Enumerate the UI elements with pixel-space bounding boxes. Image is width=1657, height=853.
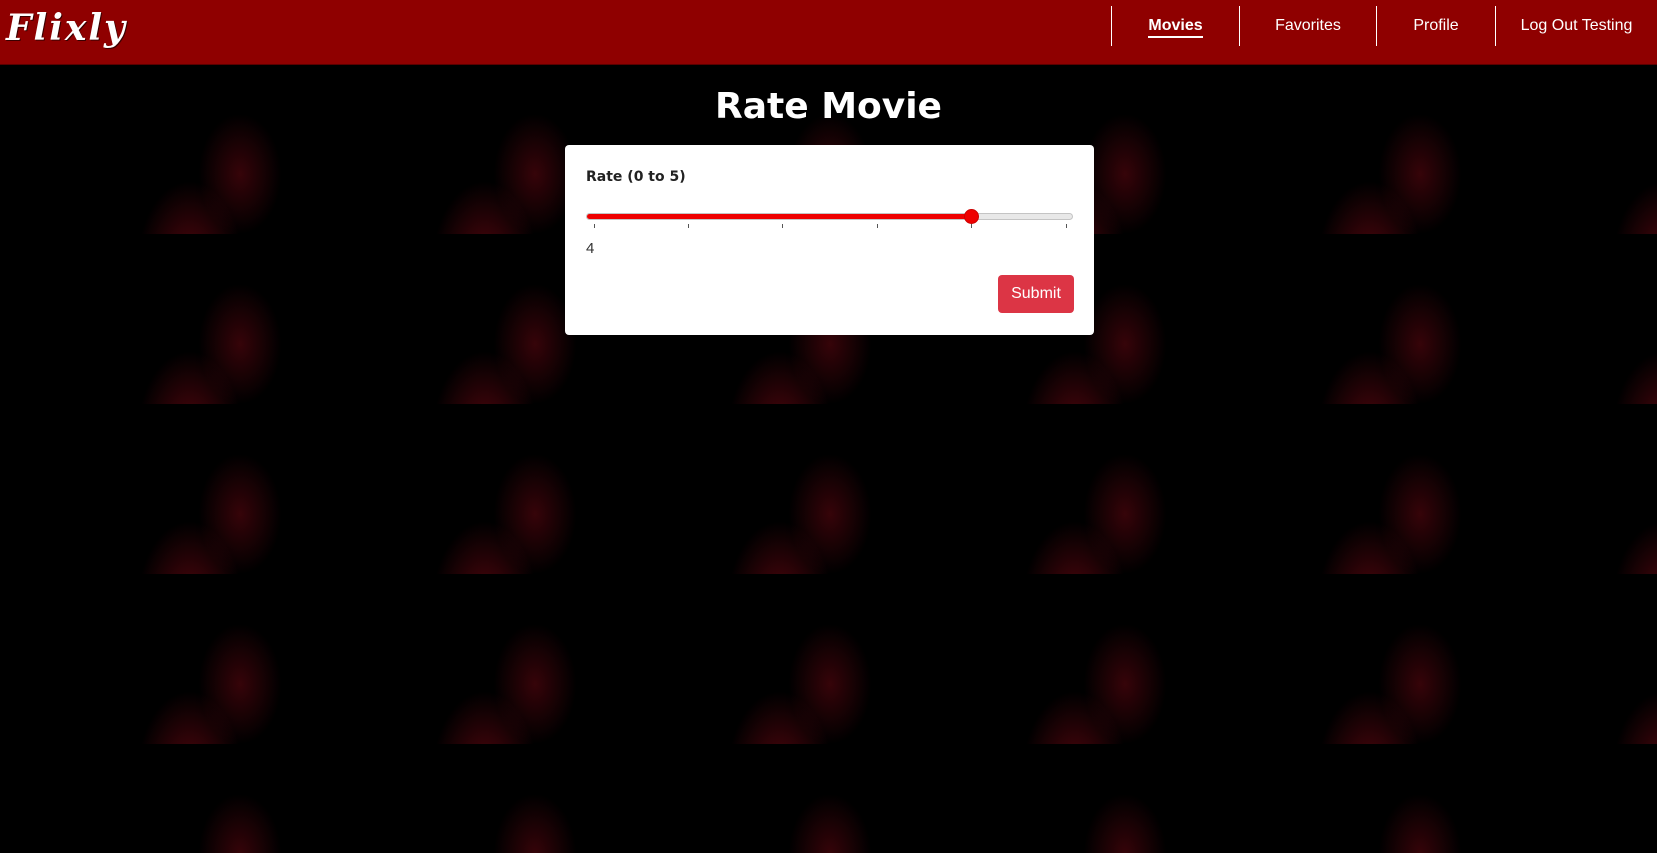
slider-tick [971, 224, 973, 228]
nav-item-logout[interactable]: Log Out Testing [1495, 6, 1657, 46]
slider-tick [593, 224, 595, 228]
nav-item-movies[interactable]: Movies [1111, 6, 1239, 46]
slider-tick [1065, 224, 1067, 228]
slider-tick [782, 224, 784, 228]
nav-item-label: Favorites [1275, 17, 1341, 34]
rating-value: 4 [586, 240, 595, 257]
rating-slider-fill [587, 214, 973, 219]
flixly-logo[interactable]: Flixly [6, 6, 127, 50]
submit-button[interactable]: Submit [998, 275, 1074, 313]
nav-item-label: Log Out Testing [1520, 17, 1633, 34]
nav-item-profile[interactable]: Profile [1376, 6, 1495, 46]
nav-item-favorites[interactable]: Favorites [1239, 6, 1376, 46]
nav-item-label: Profile [1413, 17, 1459, 34]
rating-slider-thumb[interactable] [963, 209, 979, 224]
rating-card: Rate (0 to 5) 4 Submit [565, 145, 1094, 335]
rating-slider-track[interactable] [586, 213, 1073, 220]
nav-item-label: Movies [1148, 17, 1203, 38]
page-title: Rate Movie [715, 86, 942, 127]
slider-tick [687, 224, 689, 228]
rate-label: Rate (0 to 5) [586, 169, 686, 185]
nav-links: Movies Favorites Profile Log Out Testing [1111, 6, 1657, 46]
slider-tick [876, 224, 878, 228]
top-navbar: Flixly Movies Favorites Profile Log Out … [0, 0, 1657, 65]
